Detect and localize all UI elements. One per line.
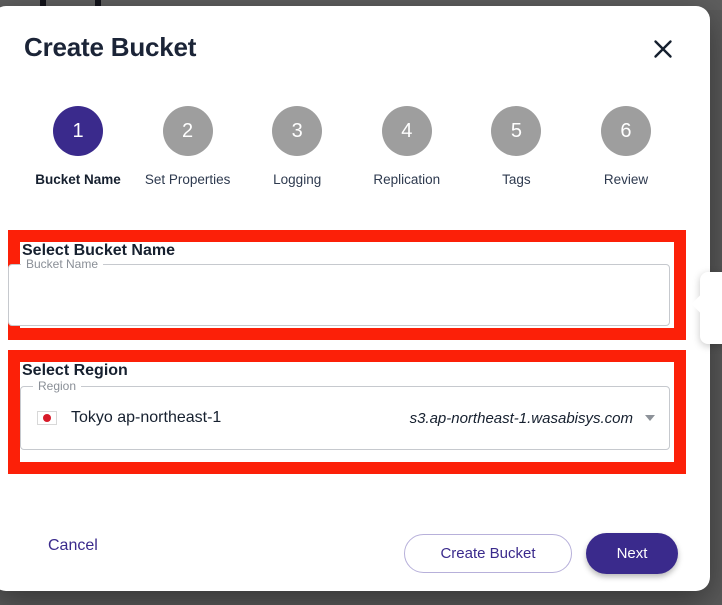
step-number-badge: 3 (272, 106, 323, 156)
japan-flag-icon (37, 411, 57, 425)
side-tooltip-popover (700, 272, 722, 344)
region-select[interactable]: Tokyo ap-northeast-1 s3.ap-northeast-1.w… (21, 387, 669, 449)
stepper-step-bucket-name[interactable]: 1 Bucket Name (28, 106, 128, 187)
region-section-heading: Select Region (22, 362, 128, 379)
stepper-step-logging[interactable]: 3 Logging (247, 106, 347, 187)
step-number-badge: 2 (162, 106, 213, 156)
stepper-step-review[interactable]: 6 Review (576, 106, 676, 187)
region-endpoint-label: s3.ap-northeast-1.wasabisys.com (409, 409, 633, 427)
step-label: Review (603, 172, 649, 187)
step-number-badge: 5 (491, 106, 542, 156)
region-name-label: Tokyo ap-northeast-1 (71, 409, 222, 426)
next-button[interactable]: Next (586, 533, 678, 574)
close-icon[interactable] (648, 34, 678, 64)
region-field-outline: Region Tokyo ap-northeast-1 s3.ap-northe… (20, 379, 670, 450)
step-label: Set Properties (144, 172, 231, 187)
create-bucket-button[interactable]: Create Bucket (404, 534, 572, 573)
step-label: Tags (502, 172, 531, 187)
create-bucket-dialog: Create Bucket 1 Bucket Name 2 Set Proper… (0, 6, 710, 591)
stepper-step-set-properties[interactable]: 2 Set Properties (138, 106, 238, 187)
step-label: Bucket Name (35, 172, 121, 187)
stepper-step-replication[interactable]: 4 Replication (357, 106, 457, 187)
bucket-name-input[interactable] (23, 279, 653, 319)
step-number-badge: 6 (600, 106, 651, 156)
cancel-button[interactable]: Cancel (48, 537, 98, 555)
step-number-badge: 4 (381, 106, 432, 156)
stepper: 1 Bucket Name 2 Set Properties 3 Logging… (28, 106, 676, 187)
page-title: Create Bucket (24, 32, 197, 62)
chevron-down-icon[interactable] (645, 415, 655, 421)
step-label: Replication (373, 172, 441, 187)
dialog-header: Create Bucket (0, 32, 710, 88)
step-label: Logging (273, 172, 322, 187)
dialog-footer: Cancel Create Bucket Next (0, 524, 710, 584)
step-number-badge: 1 (53, 106, 103, 156)
stepper-step-tags[interactable]: 5 Tags (466, 106, 566, 187)
bucket-name-field-label: Bucket Name (21, 257, 104, 271)
bucket-name-field-outline: Bucket Name (8, 257, 670, 326)
